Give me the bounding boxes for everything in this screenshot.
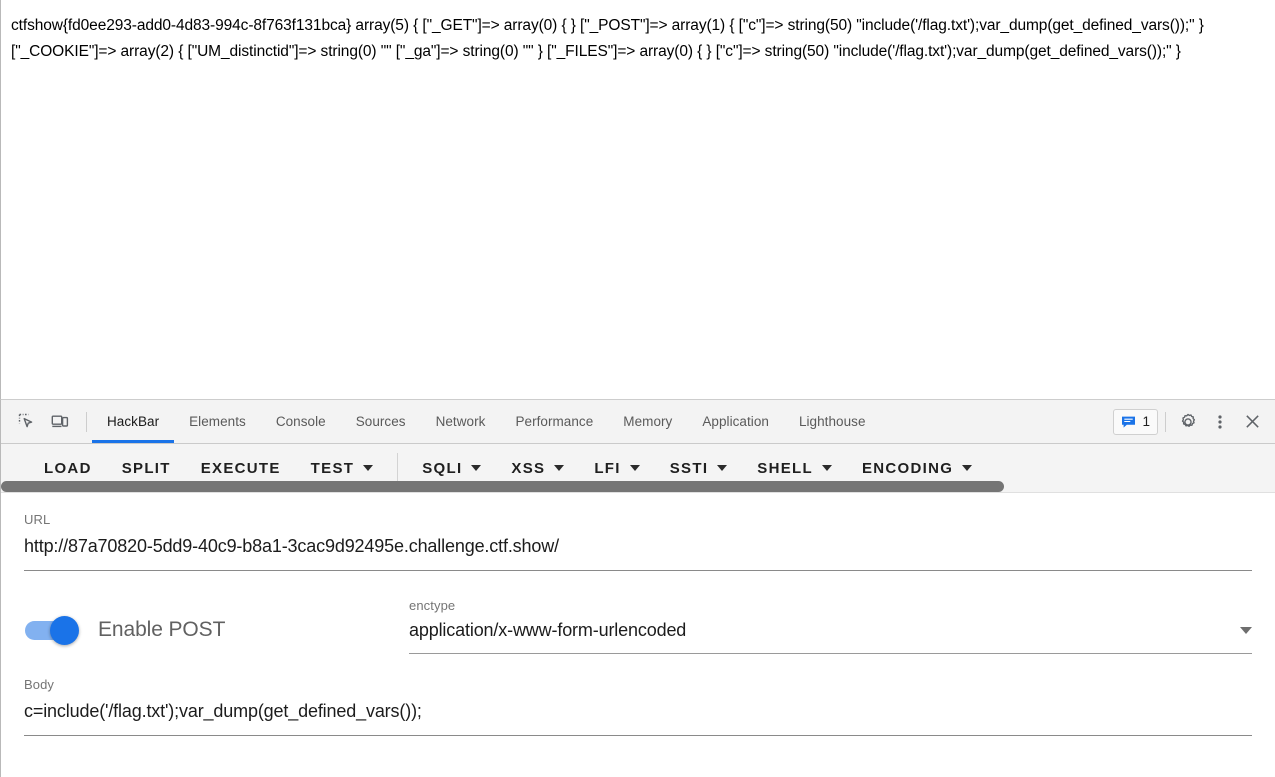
issues-counter-button[interactable]: 1: [1113, 408, 1158, 435]
hackbar-ssti-button[interactable]: SSTI: [655, 451, 743, 485]
tab-network-label: Network: [435, 414, 486, 429]
inspect-element-icon[interactable]: [11, 408, 41, 436]
tab-sources-label: Sources: [355, 414, 406, 429]
tab-elements[interactable]: Elements: [174, 400, 261, 443]
tab-hackbar[interactable]: HackBar: [92, 400, 175, 443]
devtools-right-actions: 1: [1113, 400, 1275, 443]
tab-memory-label: Memory: [623, 414, 673, 429]
chevron-down-icon: [554, 465, 565, 471]
tab-hackbar-label: HackBar: [107, 414, 160, 429]
enable-post-toggle[interactable]: [24, 616, 80, 645]
post-settings-row: Enable POST enctype application/x-www-fo…: [1, 571, 1275, 654]
issues-message-icon: [1122, 416, 1136, 428]
tab-performance[interactable]: Performance: [500, 400, 608, 443]
hackbar-lfi-button[interactable]: LFI: [579, 451, 654, 485]
hackbar-encoding-button[interactable]: ENCODING: [847, 451, 987, 485]
chevron-down-icon: [717, 465, 728, 471]
more-options-icon[interactable]: [1205, 408, 1235, 436]
browser-window: ctfshow{fd0ee293-add0-4d83-994c-8f763f13…: [0, 0, 1275, 777]
close-devtools-icon[interactable]: [1237, 408, 1267, 436]
enctype-select[interactable]: application/x-www-form-urlencoded: [409, 615, 1252, 645]
settings-gear-icon[interactable]: [1173, 408, 1203, 436]
hackbar-load-button[interactable]: LOAD: [29, 451, 107, 485]
right-actions-divider: [1165, 411, 1166, 432]
hackbar-execute-label: EXECUTE: [200, 459, 281, 477]
hackbar-sqli-button[interactable]: SQLI: [407, 451, 496, 485]
tab-sources[interactable]: Sources: [341, 400, 421, 443]
tab-memory[interactable]: Memory: [608, 400, 687, 443]
url-field-block: URL http://87a70820-5dd9-40c9-b8a1-3cac9…: [1, 493, 1275, 571]
hackbar-execute-button[interactable]: EXECUTE: [186, 451, 296, 485]
hackbar-split-button[interactable]: SPLIT: [107, 451, 186, 485]
devtools-tab-list: HackBar Elements Console Sources Network…: [92, 400, 1113, 443]
kebab-menu-glyph: [1218, 414, 1222, 429]
hackbar-toolbar-wrapper: LOAD SPLIT EXECUTE TEST SQLI XSS LFI SST…: [1, 444, 1275, 493]
hackbar-form: URL http://87a70820-5dd9-40c9-b8a1-3cac9…: [1, 493, 1275, 777]
inspect-element-glyph: [18, 413, 32, 428]
hackbar-ssti-label: SSTI: [669, 459, 709, 477]
tab-console-label: Console: [275, 414, 326, 429]
hackbar-test-label: TEST: [310, 459, 355, 477]
hackbar-load-label: LOAD: [44, 459, 92, 477]
body-underline: [24, 735, 1252, 736]
hackbar-test-button[interactable]: TEST: [296, 451, 389, 485]
hackbar-xss-label: XSS: [511, 459, 546, 477]
hackbar-xss-button[interactable]: XSS: [496, 451, 579, 485]
hackbar-toolbar-scrollbar[interactable]: [1, 481, 1275, 492]
hackbar-toolbar-scrollbar-thumb[interactable]: [1, 481, 1004, 492]
body-label: Body: [24, 677, 55, 692]
enctype-selected-value: application/x-www-form-urlencoded: [409, 620, 687, 640]
tab-lighthouse-label: Lighthouse: [798, 414, 866, 429]
device-toolbar-glyph: [51, 415, 69, 428]
devtools-tabbar: HackBar Elements Console Sources Network…: [1, 400, 1275, 444]
url-label: URL: [24, 512, 51, 527]
hackbar-split-label: SPLIT: [121, 459, 171, 477]
body-input[interactable]: c=include('/flag.txt');var_dump(get_defi…: [24, 694, 1252, 726]
close-x-glyph: [1245, 415, 1259, 428]
tabbar-divider: [86, 411, 87, 432]
hackbar-shell-label: SHELL: [757, 459, 813, 477]
tab-console[interactable]: Console: [261, 400, 341, 443]
chevron-down-icon: [629, 465, 640, 471]
tab-network[interactable]: Network: [421, 400, 501, 443]
hackbar-toolbar-divider: [397, 453, 399, 483]
enctype-underline: [409, 653, 1252, 654]
tab-elements-label: Elements: [189, 414, 246, 429]
device-toolbar-icon[interactable]: [45, 408, 75, 436]
enable-post-label: Enable POST: [98, 618, 226, 641]
chevron-down-icon: [471, 465, 482, 471]
hackbar-shell-button[interactable]: SHELL: [742, 451, 847, 485]
chevron-down-icon[interactable]: [1240, 627, 1252, 634]
devtools-panel: HackBar Elements Console Sources Network…: [0, 400, 1275, 777]
php-var-dump-output: ctfshow{fd0ee293-add0-4d83-994c-8f763f13…: [11, 17, 1208, 60]
gear-glyph: [1181, 413, 1196, 427]
enctype-label: enctype: [409, 598, 456, 613]
chevron-down-icon: [363, 465, 374, 471]
chevron-down-icon: [962, 465, 973, 471]
issues-count: 1: [1142, 414, 1150, 429]
body-field-block: Body c=include('/flag.txt');var_dump(get…: [1, 654, 1275, 736]
url-input[interactable]: http://87a70820-5dd9-40c9-b8a1-3cac9d924…: [24, 529, 1252, 561]
enable-post-cell: Enable POST: [24, 616, 409, 654]
chevron-down-icon: [821, 465, 832, 471]
tab-application[interactable]: Application: [687, 400, 784, 443]
enctype-cell: enctype application/x-www-form-urlencode…: [409, 597, 1252, 654]
tab-application-label: Application: [702, 414, 769, 429]
page-viewport: ctfshow{fd0ee293-add0-4d83-994c-8f763f13…: [0, 0, 1275, 400]
tab-lighthouse[interactable]: Lighthouse: [784, 400, 881, 443]
hackbar-encoding-label: ENCODING: [861, 459, 954, 477]
devtools-tool-icons: [7, 400, 81, 443]
hackbar-sqli-label: SQLI: [422, 459, 463, 477]
tab-performance-label: Performance: [515, 414, 594, 429]
toggle-knob: [50, 616, 79, 645]
hackbar-lfi-label: LFI: [594, 459, 621, 477]
